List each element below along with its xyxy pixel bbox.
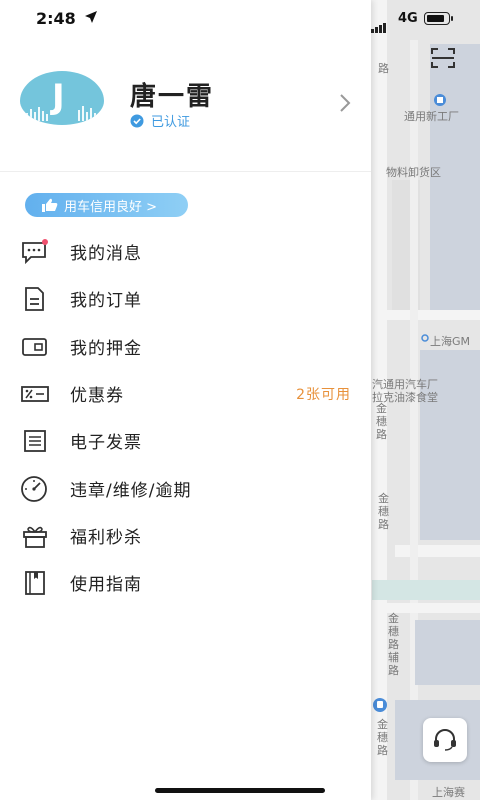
menu-label: 使用指南 (70, 575, 142, 595)
status-bar: 2:48 4G (0, 0, 480, 40)
avatar-pattern (26, 106, 96, 121)
map-poi-label: 上海GM (430, 335, 471, 348)
status-time: 2:48 (36, 9, 76, 28)
menu-label: 我的消息 (70, 244, 142, 264)
map-road-label: 金穗路辅路 (388, 612, 399, 677)
divider (0, 171, 371, 172)
credit-badge-label: 用车信用良好 > (64, 199, 158, 215)
map-poi-label: 物料卸货区 (386, 166, 441, 179)
menu-item-deposit[interactable]: 我的押金 (0, 323, 371, 370)
map-label: 路 (378, 62, 389, 75)
menu-label: 我的押金 (70, 339, 142, 359)
bus-stop-icon (373, 698, 387, 712)
menu-item-coupons[interactable]: 优惠券 2张可用 (0, 370, 371, 417)
wallet-icon (22, 338, 47, 356)
guide-book-icon (25, 571, 45, 595)
map-road-label: 金穗路 (376, 402, 387, 441)
message-icon (22, 239, 48, 265)
map-label: 上海赛 (432, 786, 465, 799)
menu-item-violations[interactable]: 违章/维修/逾期 (0, 465, 371, 512)
headset-icon (434, 729, 456, 751)
map-poi-label: 通用新工厂 (404, 110, 459, 123)
menu-label: 优惠券 (70, 386, 124, 406)
avatar[interactable]: J (20, 71, 104, 125)
battery-icon (424, 12, 453, 25)
chevron-right-icon[interactable] (338, 93, 352, 113)
side-drawer: J 唐一雷 已认证 用车信用良好 > 我的消息 我的订单 我的押金 优惠券 2张… (0, 0, 371, 800)
customer-service-button[interactable] (423, 718, 467, 762)
menu-item-flash-sale[interactable]: 福利秒杀 (0, 512, 371, 559)
network-type: 4G (398, 11, 418, 26)
poi-dot-icon (421, 334, 429, 342)
coupon-count: 2张可用 (296, 386, 351, 403)
cellular-signal-icon (371, 14, 387, 33)
menu-label: 违章/维修/逾期 (70, 481, 192, 501)
coupon-icon (21, 386, 49, 402)
invoice-icon (24, 430, 46, 452)
gift-icon (23, 526, 47, 548)
gauge-icon (21, 476, 47, 502)
map-road-label: 金穗路 (377, 718, 388, 757)
menu-label: 电子发票 (70, 433, 142, 453)
map-road-label: 金穗路 (378, 492, 389, 531)
poi-pin-icon (434, 94, 446, 106)
verified-label: 已认证 (151, 115, 191, 130)
location-arrow-icon (85, 11, 97, 23)
thumbs-up-icon (42, 198, 58, 212)
menu-label: 我的订单 (70, 291, 142, 311)
menu-label: 福利秒杀 (70, 528, 142, 548)
scan-icon[interactable] (430, 46, 456, 70)
order-icon (25, 287, 44, 311)
menu-item-guide[interactable]: 使用指南 (0, 559, 371, 606)
menu-item-messages[interactable]: 我的消息 (0, 228, 371, 275)
menu-item-orders[interactable]: 我的订单 (0, 275, 371, 322)
user-name[interactable]: 唐一雷 (130, 76, 214, 113)
verified-status: 已认证 (130, 111, 190, 130)
credit-status-badge[interactable]: 用车信用良好 > (25, 193, 188, 217)
verified-check-icon (130, 114, 144, 127)
menu-item-invoice[interactable]: 电子发票 (0, 417, 371, 464)
home-indicator[interactable] (155, 788, 325, 793)
